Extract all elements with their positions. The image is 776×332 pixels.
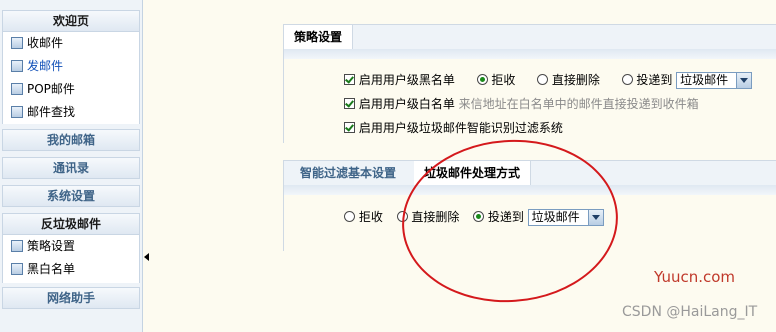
- sidebar-item-label: POP邮件: [27, 82, 75, 96]
- antispam-list: 策略设置 黑白名单: [2, 235, 140, 283]
- sidebar-item-compose[interactable]: 发邮件: [11, 57, 63, 75]
- whitelist-label: 启用用户级白名单: [358, 97, 455, 111]
- sidebar-item-label: 收邮件: [27, 36, 64, 50]
- blacklist-deliver-radio[interactable]: [621, 74, 633, 85]
- smart-filter-checkbox[interactable]: [344, 122, 355, 133]
- sidebar-item-mail-search[interactable]: 邮件查找: [11, 103, 75, 121]
- sidebar-item-label: 邮件查找: [27, 105, 76, 119]
- author-watermark: CSDN @HaiLang_IT: [622, 304, 758, 320]
- sidebar-item-label: 策略设置: [27, 239, 76, 253]
- site-watermark: Yuucn.com: [654, 268, 736, 286]
- policy-settings-icon: [11, 240, 23, 252]
- option-label: 拒收: [358, 210, 383, 224]
- sidebar-section-system-settings[interactable]: 系统设置: [2, 185, 140, 207]
- select-value: 垃圾邮件: [680, 73, 729, 87]
- whitelist-checkbox[interactable]: [344, 98, 355, 109]
- sidebar-section-welcome[interactable]: 欢迎页: [2, 10, 140, 32]
- blacklist-reject-radio[interactable]: [476, 74, 488, 85]
- sidebar-section-label: 欢迎页: [52, 14, 89, 28]
- panel-strip: [284, 49, 776, 59]
- policy-tabbar: 策略设置: [284, 25, 776, 49]
- sidebar-item-pop-mail[interactable]: POP邮件: [11, 80, 75, 98]
- inbox-icon: [11, 37, 23, 49]
- sidebar-item-policy-settings[interactable]: 策略设置: [11, 237, 75, 255]
- tab-policy-settings[interactable]: 策略设置: [284, 25, 354, 49]
- sidebar-item-inbox[interactable]: 收邮件: [11, 34, 63, 52]
- whitelist-row: 启用用户级白名单 来信地址在白名单中的邮件直接投递到收件箱: [344, 95, 699, 113]
- sidebar-section-label: 网络助手: [46, 291, 95, 305]
- compose-icon: [11, 60, 23, 72]
- collapse-arrow-icon[interactable]: [144, 253, 149, 261]
- welcome-list: 收邮件 发邮件 POP邮件 邮件查找: [2, 32, 140, 124]
- pop-mail-icon: [11, 83, 23, 95]
- sidebar-section-label: 系统设置: [46, 189, 95, 203]
- mail-search-icon: [11, 106, 23, 118]
- smart-filter-row: 启用用户级垃圾邮件智能识别过滤系统: [344, 119, 563, 137]
- blacklist-row: 启用用户级黑名单 拒收 直接删除 投递到 垃圾邮件: [344, 71, 753, 89]
- sidebar-section-my-mailbox[interactable]: 我的邮箱: [2, 129, 140, 151]
- sidebar-section-label: 反垃圾邮件: [40, 217, 101, 231]
- sidebar-item-blacklist[interactable]: 黑白名单: [11, 260, 75, 278]
- sidebar-section-label: 我的邮箱: [46, 133, 95, 147]
- spam-reject-radio[interactable]: [344, 211, 355, 222]
- sidebar-section-network-assistant[interactable]: 网络助手: [2, 287, 140, 309]
- blacklist-folder-select[interactable]: 垃圾邮件: [676, 72, 753, 89]
- blacklist-delete-radio[interactable]: [537, 74, 548, 85]
- option-label: 投递到: [636, 73, 673, 87]
- tab-label: 智能过滤基本设置: [300, 166, 397, 180]
- blacklist-label: 启用用户级黑名单: [358, 73, 455, 87]
- sidebar-item-label: 黑白名单: [27, 262, 76, 276]
- option-label: 直接删除: [551, 73, 600, 87]
- chevron-down-icon: [736, 73, 752, 88]
- sidebar-section-contacts[interactable]: 通讯录: [2, 157, 140, 179]
- sidebar-item-label: 发邮件: [27, 59, 64, 73]
- whitelist-hint: 来信地址在白名单中的邮件直接投递到收件箱: [458, 97, 699, 111]
- policy-panel: 策略设置 启用用户级黑名单 拒收 直接删除 投递到 垃圾邮件 启用用户级白名单 …: [283, 24, 776, 143]
- smart-filter-label: 启用用户级垃圾邮件智能识别过滤系统: [358, 121, 563, 135]
- tab-smart-filter-basic[interactable]: 智能过滤基本设置: [290, 161, 406, 185]
- blacklist-icon: [11, 263, 23, 275]
- sidebar: 欢迎页 收邮件 发邮件 POP邮件 邮件查找 我的邮箱 通讯录 系统设置 反垃圾…: [0, 0, 143, 332]
- sidebar-section-antispam[interactable]: 反垃圾邮件: [2, 213, 140, 235]
- blacklist-checkbox[interactable]: [344, 74, 355, 85]
- option-label: 拒收: [491, 73, 516, 87]
- sidebar-section-label: 通讯录: [52, 161, 89, 175]
- tab-label: 策略设置: [294, 30, 343, 44]
